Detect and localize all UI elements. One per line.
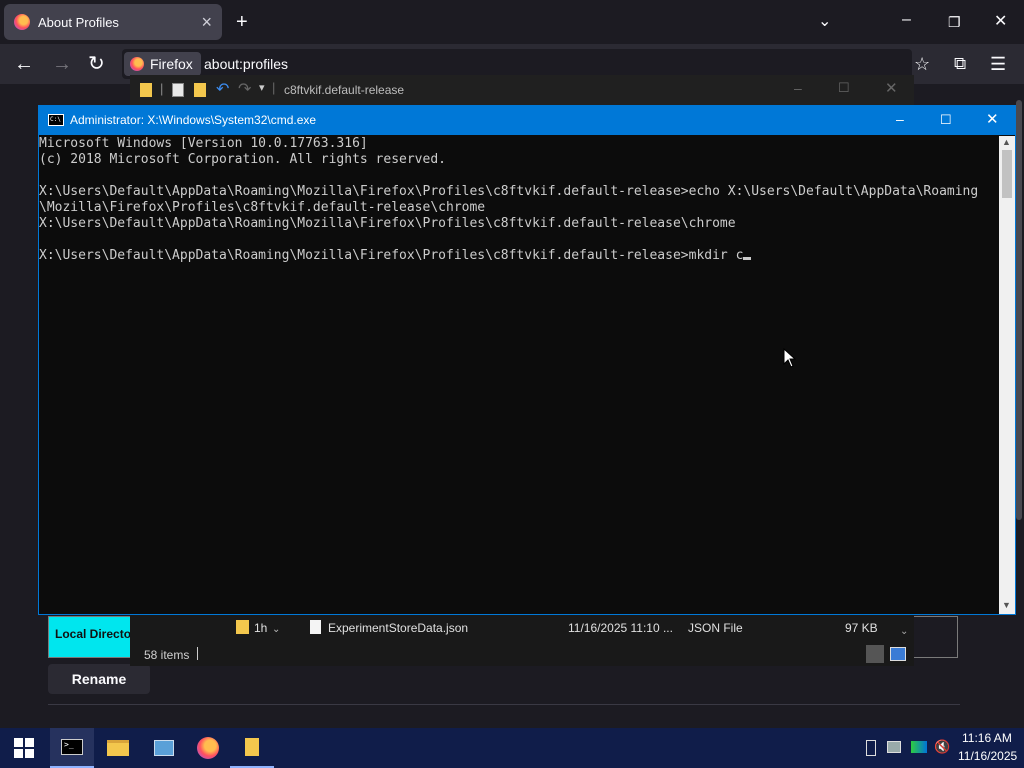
tab-title: About Profiles: [38, 14, 119, 30]
restore-window-icon[interactable]: ❐: [948, 12, 961, 32]
close-window-icon[interactable]: ✕: [994, 12, 1007, 32]
volume-muted-icon[interactable]: 🔇: [934, 739, 950, 755]
usb-device-icon[interactable]: [866, 740, 876, 756]
windows-logo-icon: [14, 738, 34, 758]
close-tab-icon[interactable]: ×: [201, 12, 212, 33]
quick-access-dropdown-icon[interactable]: ▾: [259, 81, 265, 94]
redo-icon[interactable]: ↷: [238, 79, 251, 99]
explorer-close-icon[interactable]: ✕: [885, 79, 898, 97]
console-line: (c) 2018 Microsoft Corporation. All righ…: [39, 152, 446, 167]
file-icon: [310, 620, 321, 634]
explorer-maximize-icon[interactable]: ☐: [838, 80, 850, 96]
text-cursor: [743, 257, 752, 260]
properties-icon[interactable]: [172, 83, 184, 97]
bookmark-star-icon[interactable]: ☆: [914, 54, 930, 74]
clock-date[interactable]: 11/16/2025: [958, 749, 1017, 763]
scroll-down-icon[interactable]: ⌄: [900, 626, 908, 637]
console-prompt: X:\Users\Default\AppData\Roaming\Mozilla…: [39, 248, 744, 263]
cmd-minimize-icon[interactable]: –: [896, 111, 904, 127]
console-line: X:\Users\Default\AppData\Roaming\Mozilla…: [39, 216, 736, 231]
details-view-icon[interactable]: [866, 645, 884, 663]
cmd-scrollbar[interactable]: [999, 136, 1015, 614]
cmd-close-icon[interactable]: ✕: [986, 110, 999, 128]
console-input-line[interactable]: X:\Users\Default\AppData\Roaming\Mozilla…: [39, 248, 999, 264]
back-icon[interactable]: ←: [14, 54, 34, 74]
status-separator: [197, 647, 198, 660]
console-line: X:\Users\Default\AppData\Roaming\Mozilla…: [39, 184, 979, 199]
taskbar-file-explorer[interactable]: [96, 728, 140, 768]
separator-icon: |: [160, 81, 164, 96]
firefox-icon: [130, 57, 144, 71]
taskbar-cmd[interactable]: >_: [50, 728, 94, 768]
explorer-title-bar: | ↶ ↷ ▾ | – ☐ ✕: [130, 75, 914, 105]
page-scrollbar[interactable]: [1016, 100, 1022, 520]
explorer-title-path: c8ftvkif.default-release: [284, 83, 405, 97]
taskbar-network-app[interactable]: [142, 728, 186, 768]
table-cell: [912, 616, 958, 658]
identity-label: Firefox: [150, 56, 193, 72]
divider: [48, 704, 960, 705]
large-icons-view-icon[interactable]: [890, 647, 906, 661]
console-line: Microsoft Windows [Version 10.0.17763.31…: [39, 136, 368, 151]
file-date: 11/16/2025 11:10 ...: [568, 621, 673, 635]
start-button[interactable]: [2, 728, 46, 768]
taskbar-folder[interactable]: [230, 728, 274, 768]
firefox-tab-icon: [14, 14, 30, 30]
file-type: JSON File: [688, 621, 743, 635]
undo-icon[interactable]: ↶: [216, 79, 229, 99]
rename-button[interactable]: Rename: [48, 664, 150, 694]
console-line: \Mozilla\Firefox\Profiles\c8ftvkif.defau…: [39, 200, 486, 215]
scroll-up-arrow-icon[interactable]: ▲: [1002, 137, 1011, 147]
taskbar-firefox[interactable]: [186, 728, 230, 768]
scroll-down-arrow-icon[interactable]: ▼: [1002, 600, 1011, 610]
cmd-scroll-thumb[interactable]: [1002, 150, 1012, 198]
file-name[interactable]: ExperimentStoreData.json: [328, 621, 468, 635]
reload-icon[interactable]: ↻: [88, 54, 105, 74]
new-tab-icon[interactable]: +: [236, 12, 248, 32]
firefox-icon: [197, 737, 219, 759]
cmd-title-bar[interactable]: Administrator: X:\Windows\System32\cmd.e…: [38, 105, 1016, 135]
status-item-count: 58 items: [144, 648, 190, 662]
extensions-icon[interactable]: ⧉: [954, 54, 966, 74]
list-all-tabs-icon[interactable]: ⌄: [818, 12, 831, 32]
local-directory-cell: Local Directory: [48, 616, 134, 658]
cmd-maximize-icon[interactable]: ☐: [940, 112, 952, 128]
forward-icon[interactable]: →: [52, 54, 72, 74]
menu-icon[interactable]: ☰: [990, 54, 1006, 74]
cmd-title: Administrator: X:\Windows\System32\cmd.e…: [70, 113, 317, 127]
network-app-icon: [154, 740, 174, 756]
mouse-pointer-icon: [783, 348, 797, 368]
tab-about-profiles[interactable]: About Profiles ×: [4, 4, 222, 40]
new-folder-icon[interactable]: [194, 83, 206, 97]
cmd-console-output[interactable]: Microsoft Windows [Version 10.0.17763.31…: [39, 136, 999, 612]
clock-time[interactable]: 11:16 AM: [962, 731, 1012, 745]
folder-icon: [236, 620, 249, 634]
file-size: 97 KB: [845, 621, 878, 635]
file-explorer-icon: [107, 740, 129, 756]
minimize-window-icon[interactable]: –: [902, 10, 911, 30]
explorer-minimize-icon[interactable]: –: [794, 80, 802, 96]
network-icon[interactable]: [887, 741, 901, 753]
display-icon[interactable]: [911, 741, 927, 753]
identity-box[interactable]: Firefox: [124, 52, 201, 76]
cmd-icon: >_: [61, 739, 83, 755]
cmd-app-icon: [48, 114, 64, 126]
chevron-down-icon[interactable]: ⌄: [272, 624, 280, 635]
nav-folder-name[interactable]: 1h: [254, 621, 267, 635]
folder-icon: [140, 83, 152, 97]
separator-icon: |: [272, 80, 276, 95]
folder-icon: [245, 738, 259, 756]
url-text[interactable]: about:profiles: [204, 56, 288, 72]
